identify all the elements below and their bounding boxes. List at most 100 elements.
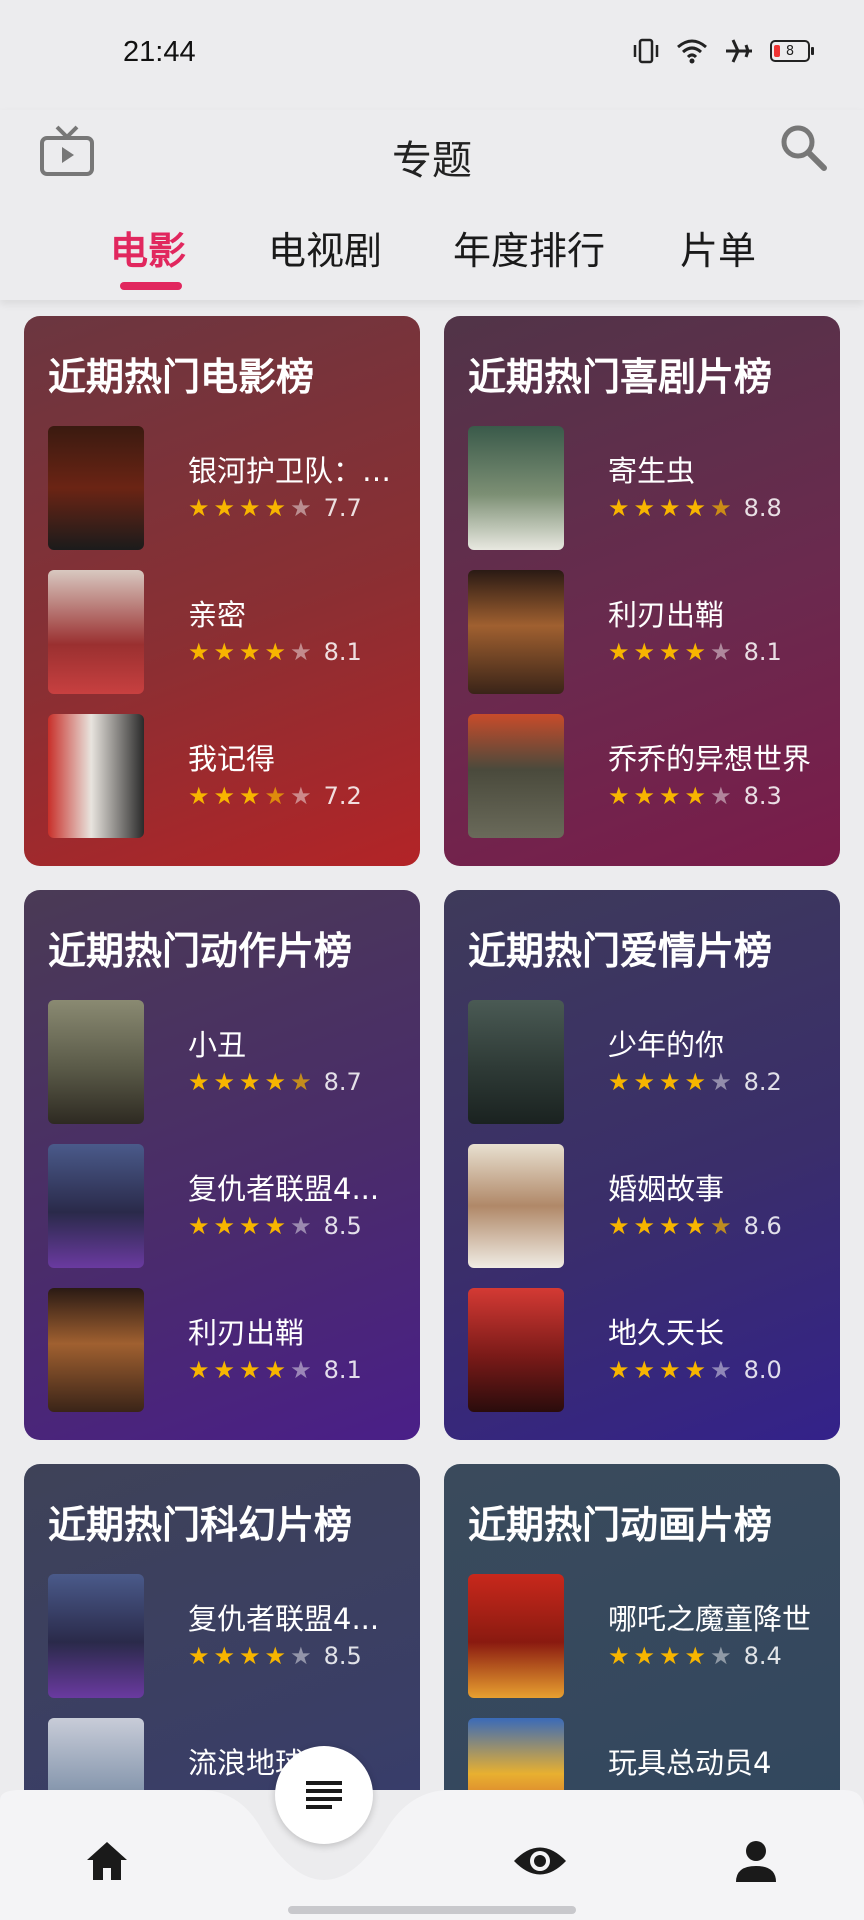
status-time: 21:44	[123, 36, 196, 68]
movie-name: 小丑	[188, 1028, 247, 1062]
movie-name: 哪吒之魔童降世	[608, 1602, 812, 1636]
movie-name: 乔乔的异想世界	[608, 742, 812, 776]
movie-name: 婚姻故事	[608, 1172, 725, 1206]
movie-poster	[48, 1000, 144, 1124]
tab-tv-series[interactable]: 电视剧	[268, 220, 382, 275]
movie-poster	[468, 1288, 564, 1412]
tab-playlists[interactable]: 片单	[680, 220, 756, 275]
movie-item[interactable]: 乔乔的异想世界 ★★★★★ 8.3	[468, 714, 828, 838]
movie-item[interactable]: 亲密 ★★★★★ 8.1	[48, 570, 408, 694]
status-bar: 21:44 8	[0, 0, 864, 110]
movie-score: 8.4	[743, 1642, 782, 1670]
movie-poster	[48, 1288, 144, 1412]
movie-score: 8.8	[743, 494, 782, 522]
movie-item[interactable]: 地久天长 ★★★★★ 8.0	[468, 1288, 828, 1412]
movie-score: 7.7	[323, 494, 362, 522]
home-indicator[interactable]	[288, 1906, 576, 1914]
movie-poster	[468, 1144, 564, 1268]
movie-rating: ★★★★★ 8.5	[188, 1642, 362, 1670]
movie-name: 利刃出鞘	[608, 598, 725, 632]
movie-item[interactable]: 复仇者联盟4... ★★★★★ 8.5	[48, 1574, 408, 1698]
movie-item[interactable]: 利刃出鞘 ★★★★★ 8.1	[468, 570, 828, 694]
movie-rating: ★★★★★ 8.4	[608, 1642, 782, 1670]
star-rating: ★★★★★	[608, 638, 736, 666]
movie-item[interactable]: 婚姻故事 ★★★★★ 8.6	[468, 1144, 828, 1268]
vibrate-icon	[633, 38, 659, 64]
movie-score: 8.1	[323, 638, 362, 666]
movie-score: 8.7	[323, 1068, 362, 1096]
card-title: 近期热门喜剧片榜	[468, 355, 773, 399]
movie-rating: ★★★★★ 8.0	[608, 1356, 782, 1384]
movie-poster	[468, 1000, 564, 1124]
movie-item[interactable]: 哪吒之魔童降世 ★★★★★ 8.4	[468, 1574, 828, 1698]
movie-score: 8.1	[323, 1356, 362, 1384]
star-rating: ★★★★★	[608, 782, 736, 810]
movie-name: 银河护卫队：…	[188, 454, 392, 488]
movie-name: 少年的你	[608, 1028, 725, 1062]
movie-rating: ★★★★★ 8.1	[188, 1356, 362, 1384]
movie-item[interactable]: 寄生虫 ★★★★★ 8.8	[468, 426, 828, 550]
page-title: 专题	[392, 138, 472, 184]
eye-icon[interactable]	[512, 1836, 568, 1886]
movie-score: 8.3	[743, 782, 782, 810]
topic-card[interactable]: 近期热门电影榜 银河护卫队：… ★★★★★ 7.7 亲密 ★★★★★ 8.1 我记得…	[24, 316, 420, 866]
list-button[interactable]	[275, 1746, 373, 1844]
topic-card[interactable]: 近期热门喜剧片榜 寄生虫 ★★★★★ 8.8 利刃出鞘 ★★★★★ 8.1 乔乔的异…	[444, 316, 840, 866]
battery-level: 8	[785, 43, 795, 59]
star-rating: ★★★★★	[188, 1642, 316, 1670]
movie-name: 我记得	[188, 742, 276, 776]
card-title: 近期热门动画片榜	[468, 1503, 773, 1547]
movie-poster	[48, 570, 144, 694]
movie-rating: ★★★★★ 8.8	[608, 494, 782, 522]
search-icon[interactable]	[778, 122, 828, 172]
person-icon[interactable]	[731, 1836, 781, 1886]
movie-name: 寄生虫	[608, 454, 696, 488]
movie-item[interactable]: 利刃出鞘 ★★★★★ 8.1	[48, 1288, 408, 1412]
movie-rating: ★★★★★ 8.1	[608, 638, 782, 666]
movie-poster	[468, 1574, 564, 1698]
movie-rating: ★★★★★ 8.5	[188, 1212, 362, 1240]
movie-poster	[468, 426, 564, 550]
movie-rating: ★★★★★ 8.6	[608, 1212, 782, 1240]
movie-score: 8.1	[743, 638, 782, 666]
star-rating: ★★★★★	[608, 1068, 736, 1096]
topic-card[interactable]: 近期热门爱情片榜 少年的你 ★★★★★ 8.2 婚姻故事 ★★★★★ 8.6 地久天…	[444, 890, 840, 1440]
movie-score: 8.5	[323, 1212, 362, 1240]
tab-indicator	[120, 282, 182, 290]
bottom-nav-background	[0, 1790, 864, 1920]
list-icon	[306, 1781, 342, 1809]
card-title: 近期热门动作片榜	[48, 929, 353, 973]
wifi-icon	[677, 39, 707, 64]
home-icon[interactable]	[82, 1836, 132, 1886]
movie-rating: ★★★★★ 7.2	[188, 782, 362, 810]
movie-name: 亲密	[188, 598, 247, 632]
status-icons: 8	[632, 38, 814, 64]
star-rating: ★★★★★	[188, 782, 316, 810]
movie-item[interactable]: 我记得 ★★★★★ 7.2	[48, 714, 408, 838]
movie-item[interactable]: 复仇者联盟4... ★★★★★ 8.5	[48, 1144, 408, 1268]
star-rating: ★★★★★	[188, 494, 316, 522]
movie-score: 7.2	[323, 782, 362, 810]
movie-name: 利刃出鞘	[188, 1316, 305, 1350]
movie-item[interactable]: 银河护卫队：… ★★★★★ 7.7	[48, 426, 408, 550]
star-rating: ★★★★★	[188, 638, 316, 666]
movie-item[interactable]: 小丑 ★★★★★ 8.7	[48, 1000, 408, 1124]
movie-poster	[48, 1574, 144, 1698]
movie-rating: ★★★★★ 7.7	[188, 494, 362, 522]
star-rating: ★★★★★	[608, 494, 736, 522]
tab-annual-ranking[interactable]: 年度排行	[453, 220, 605, 275]
movie-score: 8.2	[743, 1068, 782, 1096]
card-title: 近期热门电影榜	[48, 355, 315, 399]
movie-poster	[48, 1144, 144, 1268]
movie-item[interactable]: 少年的你 ★★★★★ 8.2	[468, 1000, 828, 1124]
movie-score: 8.5	[323, 1642, 362, 1670]
card-title: 近期热门科幻片榜	[48, 1503, 353, 1547]
movie-rating: ★★★★★ 8.7	[188, 1068, 362, 1096]
card-title: 近期热门爱情片榜	[468, 929, 773, 973]
movie-name: 复仇者联盟4...	[188, 1172, 380, 1206]
star-rating: ★★★★★	[188, 1356, 316, 1384]
movie-poster	[48, 714, 144, 838]
tab-movies[interactable]: 电影	[110, 220, 186, 275]
star-rating: ★★★★★	[608, 1356, 736, 1384]
topic-card[interactable]: 近期热门动作片榜 小丑 ★★★★★ 8.7 复仇者联盟4... ★★★★★ 8.5 …	[24, 890, 420, 1440]
